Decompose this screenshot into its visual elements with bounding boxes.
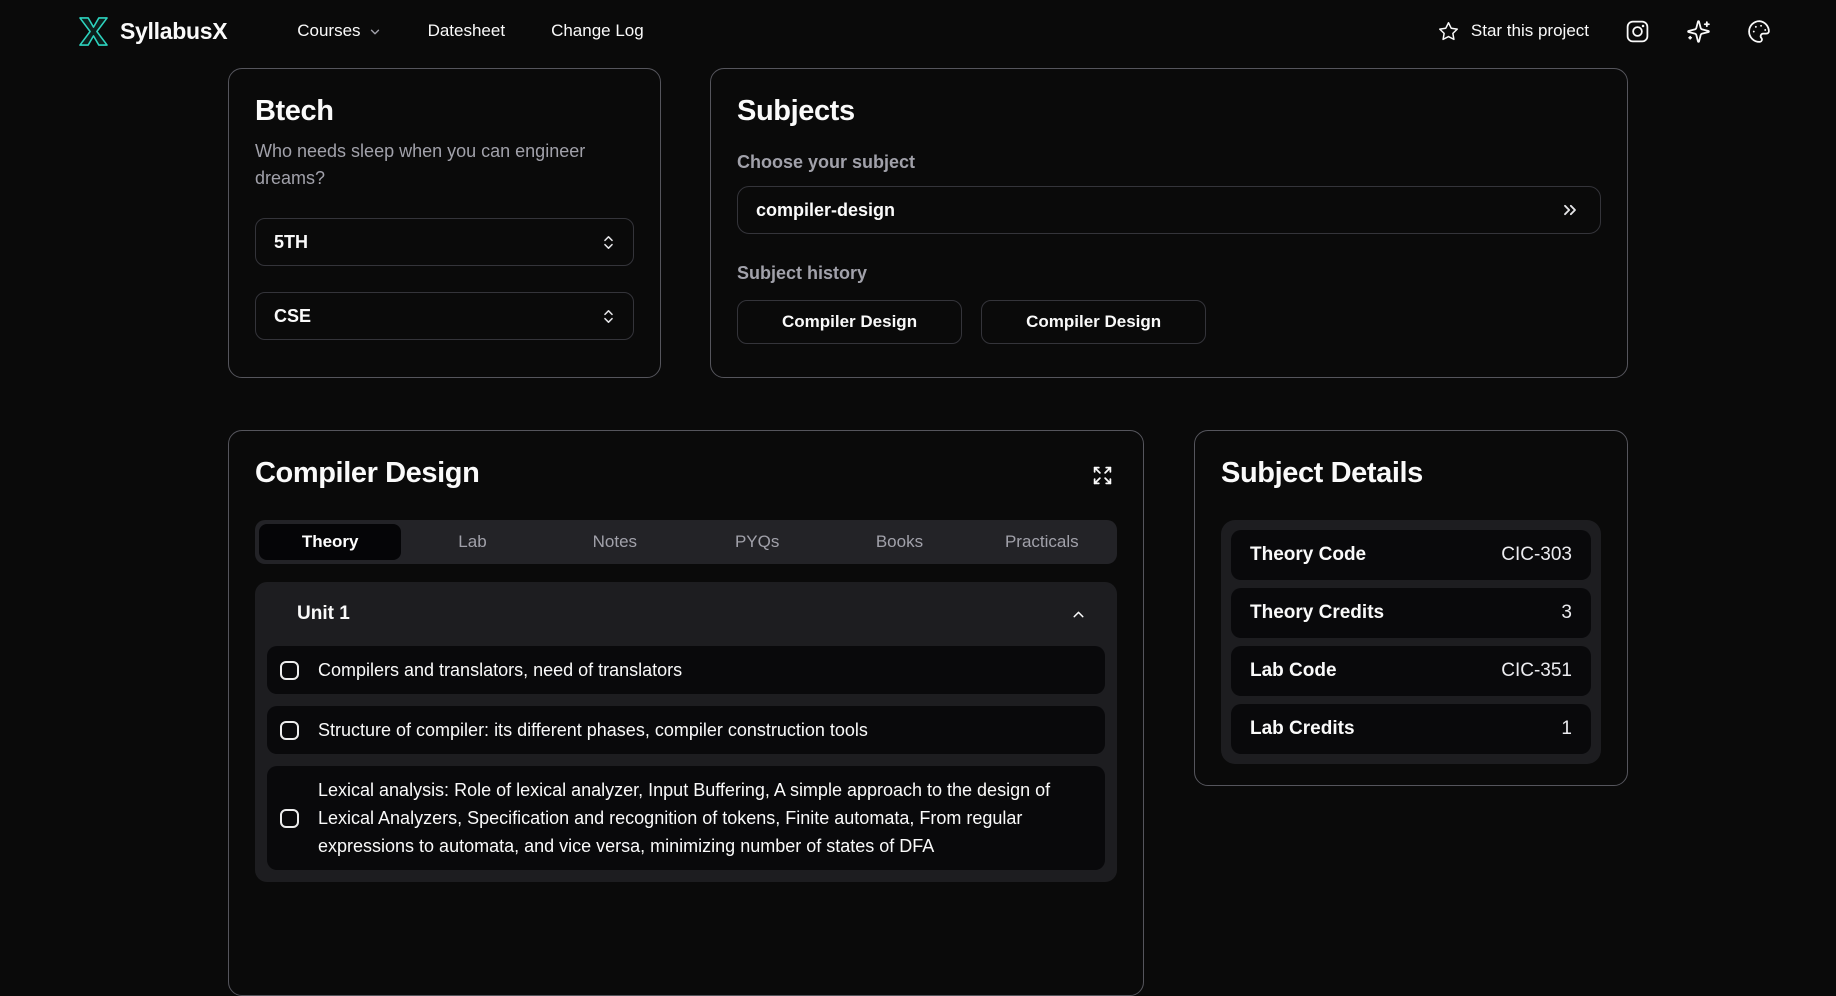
subject-search-value: compiler-design <box>756 200 895 221</box>
history-item-button[interactable]: Compiler Design <box>737 300 962 344</box>
topic-checkbox[interactable] <box>280 809 299 828</box>
subject-details-title: Subject Details <box>1221 457 1601 490</box>
brand[interactable]: SyllabusX <box>77 16 227 47</box>
topic-row[interactable]: Lexical analysis: Role of lexical analyz… <box>267 766 1105 870</box>
topic-text: Compilers and translators, need of trans… <box>318 656 682 684</box>
tab-pyqs[interactable]: PYQs <box>686 524 828 560</box>
syllabusx-logo-icon <box>77 16 110 47</box>
subject-content-card: Compiler Design Theory Lab Notes PYQs Bo… <box>228 430 1144 996</box>
subject-details-card: Subject Details Theory Code CIC-303 Theo… <box>1194 430 1628 786</box>
detail-row-lab-code: Lab Code CIC-351 <box>1231 646 1591 696</box>
expand-icon <box>1092 465 1113 486</box>
nav-item-datesheet[interactable]: Datesheet <box>428 21 506 41</box>
subject-content-header: Compiler Design <box>255 457 1117 490</box>
chevron-down-icon <box>368 25 382 39</box>
chevrons-up-down-icon <box>600 234 617 251</box>
branch-select-value: CSE <box>274 306 311 327</box>
btech-card: Btech Who needs sleep when you can engin… <box>228 68 661 378</box>
navbar: SyllabusX Courses Datesheet Change Log S… <box>0 0 1836 62</box>
subject-submit-button[interactable] <box>1556 196 1584 224</box>
detail-label: Lab Credits <box>1250 718 1355 740</box>
unit-accordion: Unit 1 Compilers and translators, need o… <box>255 582 1117 882</box>
branch-select[interactable]: CSE <box>255 292 634 340</box>
history-item-button[interactable]: Compiler Design <box>981 300 1206 344</box>
tab-lab[interactable]: Lab <box>401 524 543 560</box>
nav-links: Courses Datesheet Change Log <box>297 21 643 41</box>
chevrons-up-down-icon <box>600 308 617 325</box>
tab-notes[interactable]: Notes <box>544 524 686 560</box>
unit-title: Unit 1 <box>297 603 350 625</box>
subject-search-input[interactable]: compiler-design <box>737 186 1601 234</box>
subject-content-title: Compiler Design <box>255 457 479 490</box>
tab-practicals[interactable]: Practicals <box>971 524 1113 560</box>
instagram-icon <box>1625 19 1650 44</box>
nav-item-courses[interactable]: Courses <box>297 21 381 41</box>
detail-row-theory-code: Theory Code CIC-303 <box>1231 530 1591 580</box>
choose-subject-label: Choose your subject <box>737 152 1601 173</box>
content-tabs: Theory Lab Notes PYQs Books Practicals <box>255 520 1117 564</box>
subjects-card-title: Subjects <box>737 95 1601 128</box>
brand-name: SyllabusX <box>120 18 227 45</box>
semester-select-value: 5TH <box>274 232 308 253</box>
chevron-up-icon <box>1070 606 1087 623</box>
star-icon <box>1438 21 1459 42</box>
star-project-button[interactable]: Star this project <box>1438 21 1589 42</box>
topic-checkbox[interactable] <box>280 721 299 740</box>
detail-label: Lab Code <box>1250 660 1337 682</box>
subject-history-label: Subject history <box>737 263 1601 284</box>
detail-row-lab-credits: Lab Credits 1 <box>1231 704 1591 754</box>
detail-value: 3 <box>1561 602 1572 624</box>
detail-row-theory-credits: Theory Credits 3 <box>1231 588 1591 638</box>
tab-theory[interactable]: Theory <box>259 524 401 560</box>
semester-select[interactable]: 5TH <box>255 218 634 266</box>
tab-books[interactable]: Books <box>828 524 970 560</box>
chevrons-right-icon <box>1560 200 1580 220</box>
theme-button[interactable] <box>1747 19 1772 44</box>
subject-details-box: Theory Code CIC-303 Theory Credits 3 Lab… <box>1221 520 1601 764</box>
detail-label: Theory Credits <box>1250 602 1384 624</box>
instagram-button[interactable] <box>1625 19 1650 44</box>
expand-button[interactable] <box>1090 463 1115 488</box>
sparkles-icon <box>1686 19 1711 44</box>
topic-checkbox[interactable] <box>280 661 299 680</box>
ai-search-button[interactable] <box>1686 19 1711 44</box>
detail-value: CIC-351 <box>1501 660 1572 682</box>
btech-card-subtitle: Who needs sleep when you can engineer dr… <box>255 138 634 192</box>
subject-history-row: Compiler Design Compiler Design <box>737 300 1601 344</box>
nav-item-changelog[interactable]: Change Log <box>551 21 644 41</box>
detail-value: CIC-303 <box>1501 544 1572 566</box>
detail-value: 1 <box>1561 718 1572 740</box>
topic-text: Lexical analysis: Role of lexical analyz… <box>318 776 1081 860</box>
topic-text: Structure of compiler: its different pha… <box>318 716 868 744</box>
topic-row[interactable]: Structure of compiler: its different pha… <box>267 706 1105 754</box>
nav-actions: Star this project <box>1438 19 1772 44</box>
palette-icon <box>1747 19 1772 44</box>
topic-row[interactable]: Compilers and translators, need of trans… <box>267 646 1105 694</box>
btech-card-title: Btech <box>255 95 634 128</box>
subjects-card: Subjects Choose your subject compiler-de… <box>710 68 1628 378</box>
detail-label: Theory Code <box>1250 544 1366 566</box>
unit-accordion-header[interactable]: Unit 1 <box>267 582 1105 646</box>
